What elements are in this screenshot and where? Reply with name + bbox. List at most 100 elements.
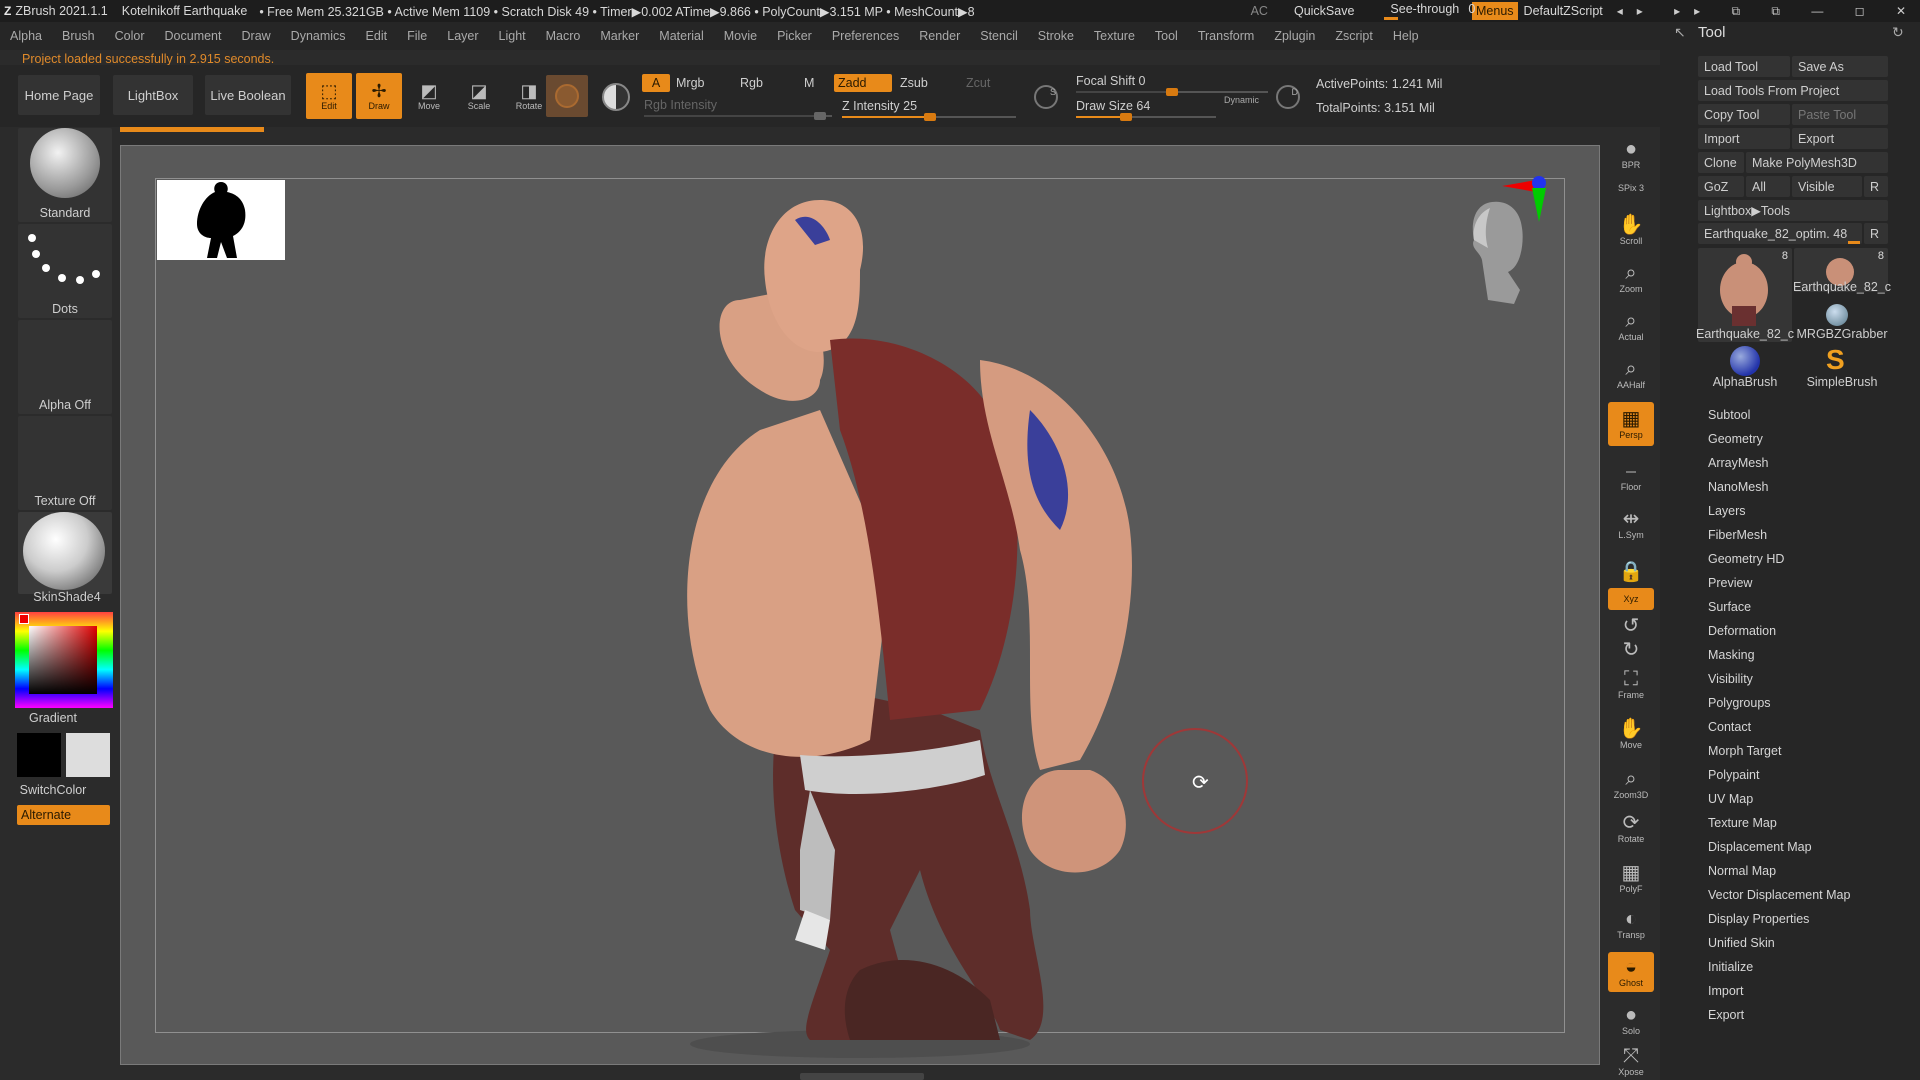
menu-preferences[interactable]: Preferences <box>822 29 909 43</box>
section-nanomesh[interactable]: NanoMesh <box>1708 480 1768 494</box>
current-tool-slider[interactable]: Earthquake_82_optim. 48 <box>1698 223 1862 244</box>
goz-visible-button[interactable]: Visible <box>1792 176 1862 197</box>
menu-movie[interactable]: Movie <box>714 29 767 43</box>
section-masking[interactable]: Masking <box>1708 648 1755 662</box>
simplebrush-icon[interactable]: S <box>1826 344 1845 376</box>
section-polygroups[interactable]: Polygroups <box>1708 696 1771 710</box>
shelf-shelf-9-button[interactable]: 🔒 <box>1608 552 1654 592</box>
color-picker-square[interactable] <box>29 626 97 694</box>
menu-picker[interactable]: Picker <box>767 29 822 43</box>
zsub-button[interactable]: Zsub <box>900 76 928 90</box>
shelf-rotate-button[interactable]: ⟳ Rotate <box>1608 808 1654 848</box>
z-intensity-track[interactable] <box>842 113 1016 121</box>
section-subtool[interactable]: Subtool <box>1708 408 1750 422</box>
live-boolean-button[interactable]: Live Boolean <box>205 75 291 115</box>
shelf-zoom3d-button[interactable]: ⌕ Zoom3D <box>1608 764 1654 804</box>
section-displacement-map[interactable]: Displacement Map <box>1708 840 1812 854</box>
switch-color-button[interactable]: SwitchColor <box>0 783 118 797</box>
section-preview[interactable]: Preview <box>1708 576 1752 590</box>
orientation-head-icon[interactable] <box>1462 200 1532 304</box>
menu-zscript[interactable]: Zscript <box>1325 29 1383 43</box>
menu-color[interactable]: Color <box>105 29 155 43</box>
shelf-shelf-12-button[interactable]: ↻ <box>1608 639 1654 661</box>
section-import[interactable]: Import <box>1708 984 1743 998</box>
shelf-spix-3-button[interactable]: SPix 3 <box>1608 180 1654 196</box>
shelf-xpose-button[interactable]: ⤧ Xpose <box>1608 1045 1654 1077</box>
section-export[interactable]: Export <box>1708 1008 1744 1022</box>
menu-draw[interactable]: Draw <box>232 29 281 43</box>
menu-brush[interactable]: Brush <box>52 29 105 43</box>
m-button[interactable]: M <box>804 76 814 90</box>
current-tool-r-button[interactable]: R <box>1864 223 1888 244</box>
window-controls[interactable]: ◂▸ ▸▸ ⧉ ⧉ — ◻ ✕ <box>1617 4 1920 19</box>
focal-shift-slider[interactable]: Focal Shift 0 <box>1076 74 1145 88</box>
goz-r-button[interactable]: R <box>1864 176 1888 197</box>
shelf-move-button[interactable]: ✋ Move <box>1608 714 1654 754</box>
import-button[interactable]: Import <box>1698 128 1790 149</box>
section-display-properties[interactable]: Display Properties <box>1708 912 1809 926</box>
gradient-label[interactable]: Gradient <box>0 711 118 725</box>
rgb-intensity-slider[interactable]: Rgb Intensity <box>644 98 717 112</box>
shelf-solo-button[interactable]: ● Solo <box>1608 1000 1654 1040</box>
draw-size-track[interactable] <box>1076 113 1216 121</box>
mrgb-button[interactable]: Mrgb <box>676 76 704 90</box>
menu-help[interactable]: Help <box>1383 29 1429 43</box>
rgb-button[interactable]: Rgb <box>740 76 763 90</box>
section-vector-displacement-map[interactable]: Vector Displacement Map <box>1708 888 1850 902</box>
tool-reset-icon[interactable]: ↻ <box>1892 24 1904 41</box>
section-deformation[interactable]: Deformation <box>1708 624 1776 638</box>
shelf-aahalf-button[interactable]: ⌕ AAHalf <box>1608 354 1654 394</box>
menu-material[interactable]: Material <box>649 29 713 43</box>
section-texture-map[interactable]: Texture Map <box>1708 816 1777 830</box>
menu-light[interactable]: Light <box>489 29 536 43</box>
focal-shift-track[interactable] <box>1076 88 1268 96</box>
lightbox-button[interactable]: LightBox <box>113 75 193 115</box>
section-layers[interactable]: Layers <box>1708 504 1746 518</box>
goz-button[interactable]: GoZ <box>1698 176 1744 197</box>
menu-alpha[interactable]: Alpha <box>0 29 52 43</box>
focal-s-icon[interactable]: S <box>1034 85 1058 109</box>
menu-zplugin[interactable]: Zplugin <box>1264 29 1325 43</box>
ac-button[interactable]: AC <box>1251 4 1268 18</box>
scale-button[interactable]: ◪ Scale <box>456 73 502 119</box>
section-unified-skin[interactable]: Unified Skin <box>1708 936 1775 950</box>
default-zscript-button[interactable]: DefaultZScript <box>1524 4 1603 18</box>
menu-stroke[interactable]: Stroke <box>1028 29 1084 43</box>
shelf-persp-button[interactable]: ▦ Persp <box>1608 402 1654 446</box>
shelf-transp-button[interactable]: ◐ Transp <box>1608 904 1654 944</box>
shelf-actual-button[interactable]: ⌕ Actual <box>1608 306 1654 346</box>
move-button[interactable]: ◩ Move <box>406 73 452 119</box>
section-contact[interactable]: Contact <box>1708 720 1751 734</box>
shelf-floor-button[interactable]: ⎯ Floor <box>1608 456 1654 496</box>
section-initialize[interactable]: Initialize <box>1708 960 1753 974</box>
copy-tool-button[interactable]: Copy Tool <box>1698 104 1790 125</box>
alternate-button[interactable]: Alternate <box>17 805 110 825</box>
shelf-zoom-button[interactable]: ⌕ Zoom <box>1608 258 1654 298</box>
section-morph-target[interactable]: Morph Target <box>1708 744 1781 758</box>
material-picker[interactable] <box>18 512 112 594</box>
rgb-intensity-track[interactable] <box>644 112 832 120</box>
quicksave-button[interactable]: QuickSave <box>1294 4 1354 18</box>
dynamic-toggle[interactable]: Dynamic <box>1224 95 1259 105</box>
shelf-bpr-button[interactable]: ● BPR <box>1608 134 1654 174</box>
home-page-button[interactable]: Home Page <box>18 75 100 115</box>
section-normal-map[interactable]: Normal Map <box>1708 864 1776 878</box>
menu-edit[interactable]: Edit <box>356 29 398 43</box>
menu-macro[interactable]: Macro <box>536 29 591 43</box>
primary-color-swatch[interactable] <box>17 733 61 777</box>
paste-tool-button[interactable]: Paste Tool <box>1792 104 1888 125</box>
see-through-slider[interactable]: See-through 0 <box>1384 2 1475 20</box>
section-arraymesh[interactable]: ArrayMesh <box>1708 456 1768 470</box>
earthquake-character-model[interactable] <box>560 150 1180 1060</box>
menu-layer[interactable]: Layer <box>437 29 488 43</box>
shelf-frame-button[interactable]: ⛶ Frame <box>1608 664 1654 704</box>
zadd-button[interactable]: Zadd <box>834 74 892 92</box>
save-as-button[interactable]: Save As <box>1792 56 1888 77</box>
secondary-color-swatch[interactable] <box>66 733 110 777</box>
color-mode-icon[interactable] <box>602 83 630 111</box>
shelf-scroll-button[interactable]: ✋ Scroll <box>1608 210 1654 250</box>
a-button[interactable]: A <box>642 74 670 92</box>
menu-stencil[interactable]: Stencil <box>970 29 1028 43</box>
section-visibility[interactable]: Visibility <box>1708 672 1753 686</box>
draw-size-slider[interactable]: Draw Size 64 <box>1076 99 1150 113</box>
